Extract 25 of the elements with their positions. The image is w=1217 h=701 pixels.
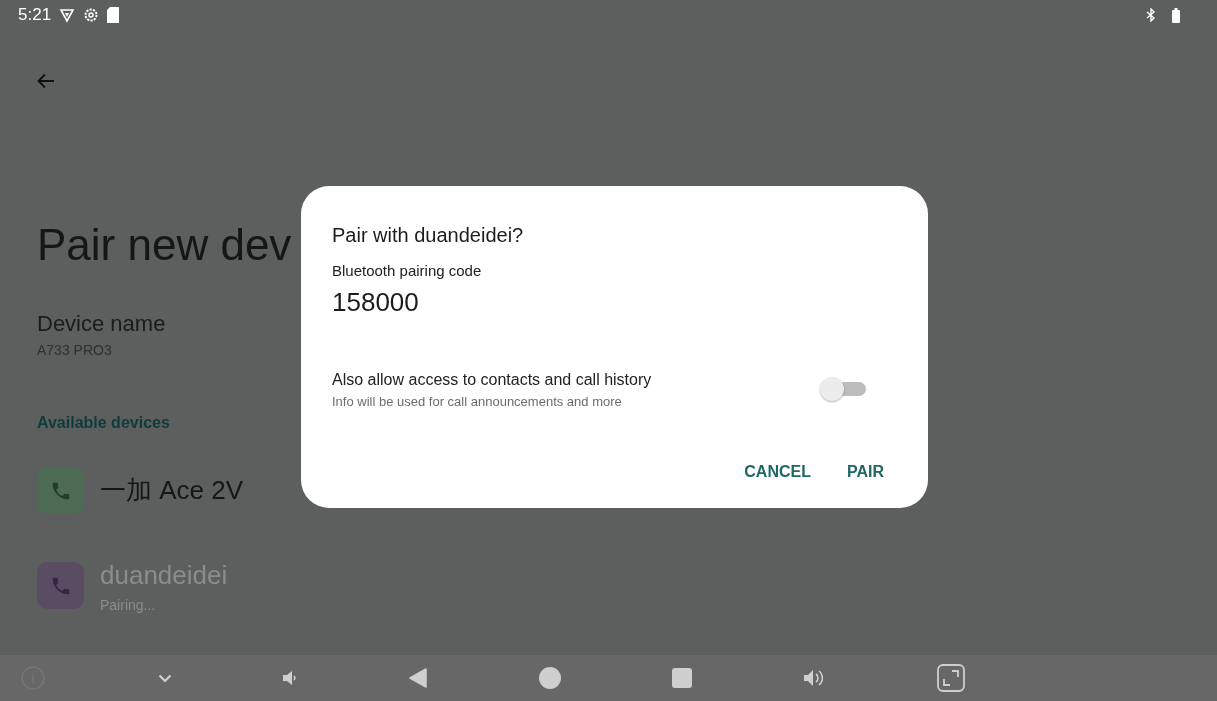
- device-name-label: Device name: [37, 310, 166, 338]
- option-hint: Info will be used for call announcements and more: [332, 392, 623, 411]
- section-header: Available devices: [37, 413, 170, 433]
- expand-icon[interactable]: [937, 664, 966, 692]
- pairing-code: 158000: [332, 285, 420, 319]
- dialog-title: Pair with duandeidei?: [332, 223, 525, 248]
- chevron-down-icon[interactable]: [157, 673, 172, 683]
- dialog-button[interactable]: CANCEL: [738, 456, 817, 488]
- volume-up-icon[interactable]: [803, 669, 826, 687]
- sd-card-icon: [107, 7, 120, 23]
- shield-icon: [59, 7, 76, 23]
- back-icon[interactable]: [408, 668, 427, 688]
- home-icon[interactable]: [538, 667, 561, 689]
- back-arrow-icon[interactable]: [37, 72, 55, 89]
- toggle-switch[interactable]: [820, 377, 866, 402]
- bluetooth-icon: [1146, 8, 1156, 22]
- status-time: 5:21: [18, 4, 52, 27]
- page-title: Pair new dev: [37, 223, 292, 267]
- volume-down-icon[interactable]: [283, 670, 298, 686]
- pairing-code-label: Bluetooth pairing code: [332, 261, 483, 281]
- option-label: Also allow access to contacts and call history: [332, 369, 653, 390]
- settings-icon: [83, 7, 100, 23]
- recents-icon[interactable]: [672, 668, 693, 688]
- battery-icon: [1172, 7, 1180, 23]
- dialog-button[interactable]: PAIR: [840, 456, 890, 488]
